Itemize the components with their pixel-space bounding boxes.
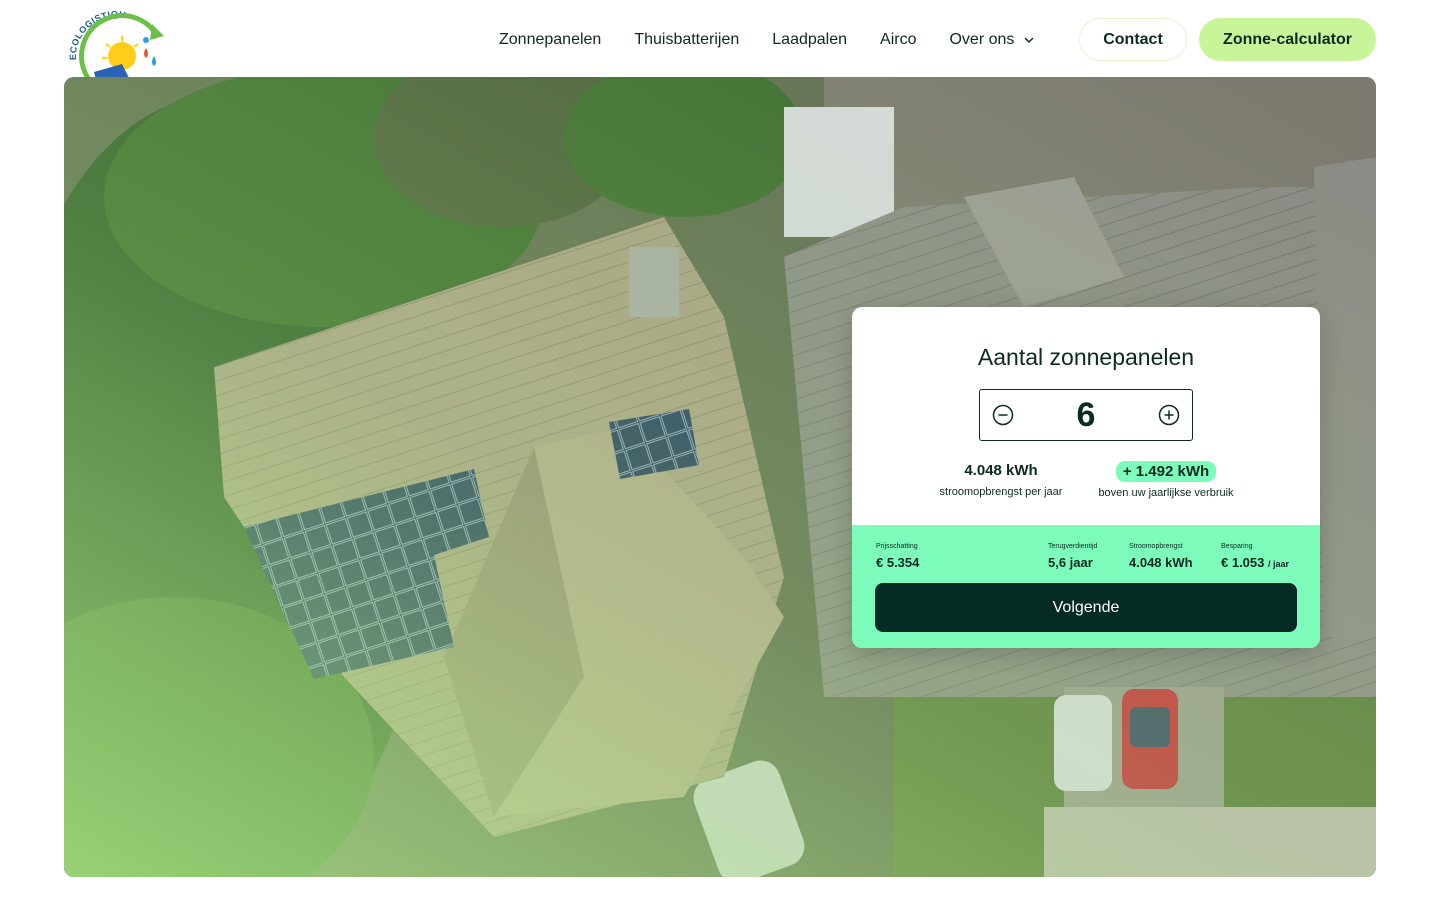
metric-label: Besparing (1221, 543, 1253, 550)
solar-calculator-card: Aantal zonnepanelen 6 4.048 kWh stroomop… (852, 307, 1320, 648)
metric-value-wrap: € 1.053 / jaar (1221, 555, 1289, 570)
metric-value: € 1.053 (1221, 555, 1265, 570)
nav-item-laadpalen[interactable]: Laadpalen (772, 31, 847, 49)
nav-item-zonnepanelen[interactable]: Zonnepanelen (499, 31, 601, 49)
metric-value: 5,6 jaar (1048, 555, 1093, 570)
solar-calculator-button[interactable]: Zonne-calculator (1199, 18, 1376, 61)
yield-stat: 4.048 kWh stroomopbrengst per jaar (912, 461, 1090, 498)
metric-price-estimate: Prijsschatting € 5.354 (876, 543, 919, 570)
calculator-summary: Prijsschatting € 5.354 Terugverdientijd … (852, 525, 1320, 648)
contact-button[interactable]: Contact (1079, 18, 1187, 61)
metric-payback-time: Terugverdientijd 5,6 jaar (1048, 543, 1097, 570)
metric-label: Prijsschatting (876, 543, 918, 550)
yield-label: stroomopbrengst per jaar (939, 486, 1063, 498)
nav-item-thuisbatterijen[interactable]: Thuisbatterijen (634, 31, 739, 49)
nav-item-airco[interactable]: Airco (880, 31, 916, 49)
metric-energy-yield: Stroomopbrengst 4.048 kWh (1129, 543, 1193, 570)
nav-label: Over ons (949, 31, 1015, 48)
nav-item-over-ons[interactable]: Over ons (949, 31, 1036, 49)
nav-label: Thuisbatterijen (634, 31, 740, 48)
metric-unit: / jaar (1268, 559, 1290, 569)
main-nav: Zonnepanelen Thuisbatterijen Laadpalen A… (499, 28, 1036, 52)
surplus-badge: + 1.492 kWh (1115, 461, 1217, 482)
surplus-stat: + 1.492 kWh boven uw jaarlijkse verbruik (1084, 461, 1248, 499)
plus-circle-icon[interactable] (1158, 404, 1180, 426)
metric-label: Terugverdientijd (1048, 543, 1098, 550)
yield-value: 4.048 kWh (964, 462, 1038, 479)
metric-value: 4.048 kWh (1129, 555, 1193, 570)
brand-logo[interactable]: ECOLOGISTIQUE (63, 0, 170, 80)
site-header: ECOLOGISTIQUE Zonnepanelen Thuisbatterij… (0, 0, 1440, 80)
nav-label: Zonnepanelen (499, 31, 602, 48)
surplus-label: boven uw jaarlijkse verbruik (1098, 487, 1234, 499)
nav-label: Airco (880, 31, 917, 48)
minus-circle-icon[interactable] (992, 404, 1014, 426)
metric-savings: Besparing € 1.053 / jaar (1221, 543, 1289, 570)
chevron-down-icon (1022, 33, 1036, 47)
metric-label: Stroomopbrengst (1129, 543, 1183, 550)
panel-count-stepper[interactable]: 6 (979, 389, 1193, 441)
metric-value: € 5.354 (876, 555, 920, 570)
next-button[interactable]: Volgende (875, 583, 1297, 632)
panel-count-value: 6 (1076, 395, 1096, 434)
nav-label: Laadpalen (772, 31, 848, 48)
calculator-title: Aantal zonnepanelen (977, 344, 1195, 370)
